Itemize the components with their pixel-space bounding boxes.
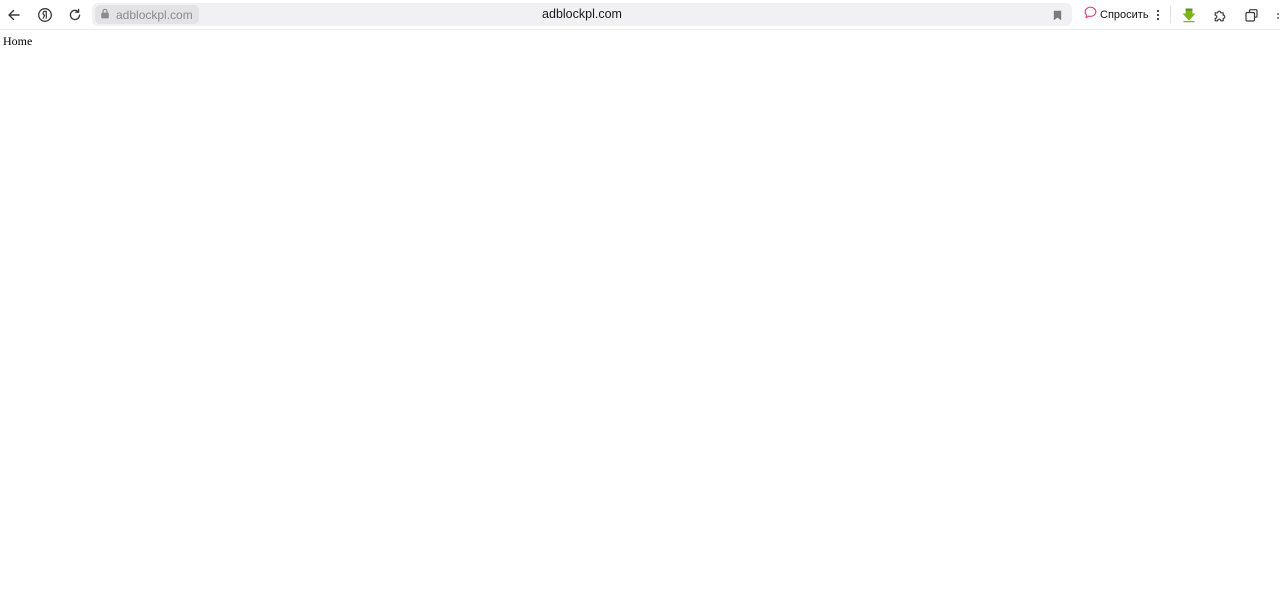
- side-panel-icon[interactable]: [1239, 3, 1263, 27]
- page-content: Home: [0, 30, 1280, 615]
- page-host-label: adblockpl.com: [542, 7, 622, 21]
- ask-button-label: Спросить: [1100, 8, 1149, 21]
- address-bar[interactable]: adblockpl.com adblockpl.com: [92, 3, 1072, 26]
- back-arrow-icon[interactable]: [2, 3, 26, 27]
- bookmark-icon[interactable]: [1050, 8, 1064, 22]
- extensions-puzzle-icon[interactable]: [1208, 3, 1232, 27]
- domain-chip-label: adblockpl.com: [116, 7, 193, 22]
- browser-toolbar: adblockpl.com adblockpl.com Спросить: [0, 0, 1280, 30]
- yandex-logo-icon[interactable]: [33, 3, 57, 27]
- home-link[interactable]: Home: [3, 34, 32, 49]
- kebab-menu-icon[interactable]: [1146, 3, 1170, 27]
- reload-icon[interactable]: [63, 3, 87, 27]
- overflow-menu-icon[interactable]: [1270, 9, 1280, 23]
- toolbar-divider: [1170, 6, 1171, 23]
- alice-chat-icon: [1084, 6, 1097, 24]
- ask-button[interactable]: Спросить: [1078, 4, 1155, 25]
- domain-chip[interactable]: adblockpl.com: [95, 5, 199, 24]
- lock-icon: [100, 6, 110, 24]
- download-arrow-icon[interactable]: [1177, 3, 1201, 27]
